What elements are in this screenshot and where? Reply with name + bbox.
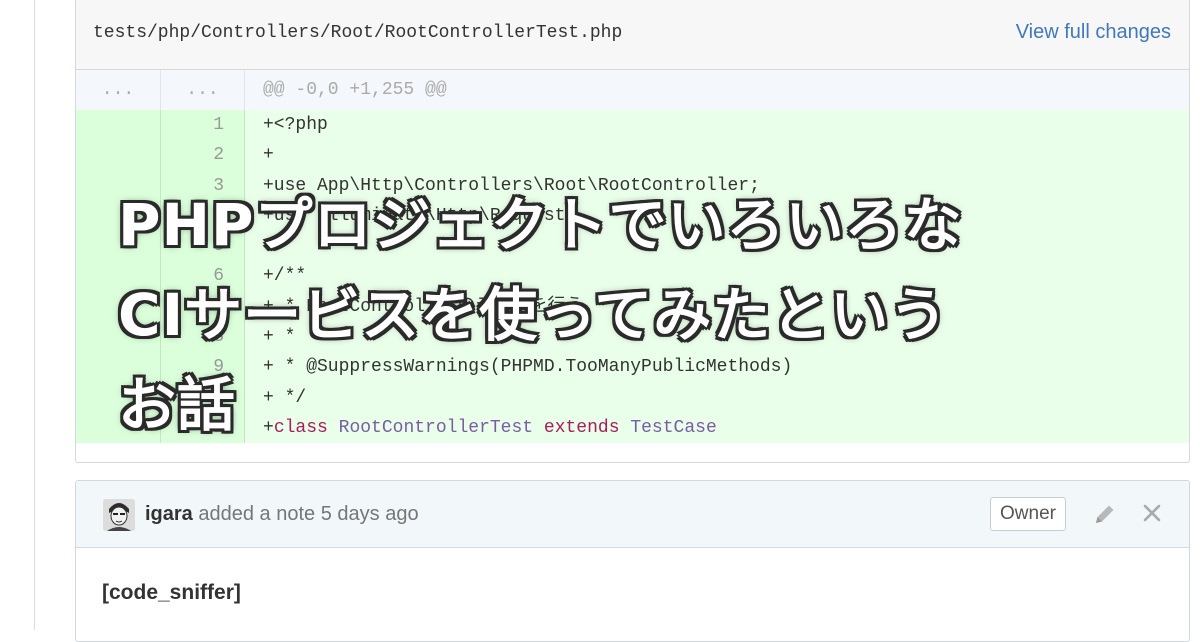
file-header: tests/php/Controllers/Root/RootControlle…	[76, 0, 1189, 70]
note-header: igara added a note 5 days ago Owner	[76, 481, 1189, 548]
note-body-text: [code_sniffer]	[102, 581, 241, 604]
file-path[interactable]: tests/php/Controllers/Root/RootControlle…	[93, 23, 622, 43]
avatar-image	[103, 499, 135, 531]
note-action-text: added a note 5 days ago	[198, 503, 419, 525]
diff-line: 1 +<?php	[76, 110, 1189, 141]
hunk-left-expander[interactable]: ...	[76, 70, 161, 110]
pencil-icon[interactable]	[1092, 501, 1118, 532]
diff-hunk-header: ... ... @@ -0,0 +1,255 @@	[76, 70, 1189, 110]
note-author-link[interactable]: igara	[145, 503, 193, 525]
diff-line: 2 +	[76, 140, 1189, 171]
diff-line-code: +	[263, 145, 274, 166]
close-icon[interactable]	[1139, 500, 1165, 531]
page-left-rule	[34, 0, 35, 630]
avatar[interactable]	[103, 499, 135, 531]
owner-badge: Owner	[990, 497, 1066, 531]
note-meta: igara added a note 5 days ago	[145, 503, 419, 526]
overlay-title-line-3: お話	[118, 371, 237, 439]
commit-note: igara added a note 5 days ago Owner [cod…	[75, 480, 1190, 642]
old-line-number[interactable]	[76, 140, 161, 171]
overlay-title-line-2: CIサービスを使ってみたという	[118, 281, 949, 349]
overlay-title-line-1: PHPプロジェクトでいろいろな	[118, 191, 963, 259]
old-line-number[interactable]	[76, 110, 161, 141]
diff-line-code: +<?php	[263, 115, 328, 135]
hunk-right-expander[interactable]: ...	[161, 70, 245, 110]
hunk-text: @@ -0,0 +1,255 @@	[263, 80, 447, 100]
overlay-title: PHPプロジェクトでいろいろな CIサービスを使ってみたという お話	[118, 180, 1068, 450]
new-line-number[interactable]: 2	[161, 140, 245, 171]
view-full-changes-link[interactable]: View full changes	[1016, 21, 1171, 44]
new-line-number[interactable]: 1	[161, 110, 245, 141]
